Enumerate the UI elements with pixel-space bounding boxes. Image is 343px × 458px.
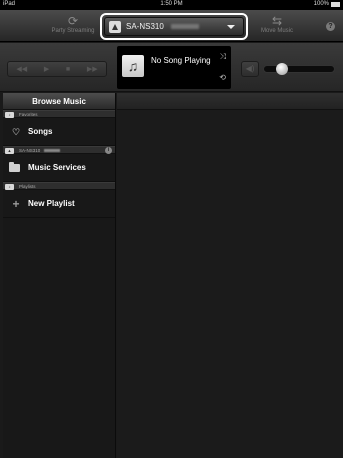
- transport-controls: ◀◀ ▶ ■ ▶▶: [7, 61, 107, 77]
- party-streaming-icon: ⟳: [67, 14, 79, 28]
- party-streaming-label: Party Streaming: [51, 28, 95, 34]
- device-selector[interactable]: SA-NS310: [100, 13, 248, 40]
- device-selector-inner: SA-NS310: [104, 17, 244, 36]
- section-label-redacted: [43, 149, 60, 153]
- move-music-icon: ⇆: [271, 14, 283, 28]
- move-music-label: Move Music: [260, 28, 293, 34]
- sidebar-item-new-playlist[interactable]: + New Playlist: [3, 190, 115, 218]
- device-name: SA-NS310: [126, 22, 164, 31]
- sidebar-item-music-services[interactable]: Music Services: [3, 154, 115, 182]
- plus-icon: +: [12, 197, 20, 211]
- content-area: [117, 93, 343, 458]
- now-playing-panel: ♫ No Song Playing ⤨ ⟲: [117, 46, 231, 89]
- folder-icon: [9, 162, 20, 172]
- stop-icon[interactable]: ■: [66, 66, 70, 73]
- section-label: SA-NS310: [19, 148, 41, 153]
- section-label: Playlists: [19, 184, 36, 189]
- device-name-redacted: [171, 24, 199, 29]
- repeat-icon[interactable]: ⟲: [219, 73, 226, 82]
- play-icon[interactable]: ▶: [44, 65, 49, 73]
- music-note-icon: ♫: [122, 55, 144, 77]
- battery-indicator: 100%: [314, 1, 340, 7]
- section-label: Favorites: [19, 112, 38, 117]
- sidebar-item-songs[interactable]: ♡ Songs: [3, 118, 115, 146]
- browse-sidebar: Browse Music ♪ Favorites ♡ Songs ▲ SA-NS…: [3, 93, 116, 458]
- section-header-playlists: ♪ Playlists: [3, 182, 115, 190]
- sidebar-item-label: Songs: [28, 127, 53, 136]
- chevron-down-icon: [227, 25, 235, 29]
- status-bar: iPad 1:50 PM 100%: [0, 0, 343, 10]
- speaker-icon: [109, 21, 121, 33]
- help-icon[interactable]: ?: [326, 22, 335, 31]
- volume-slider[interactable]: [263, 63, 335, 75]
- info-icon[interactable]: i: [105, 147, 112, 154]
- now-playing-title: No Song Playing: [151, 56, 211, 65]
- move-music-button[interactable]: ⇆ Move Music: [252, 14, 302, 35]
- shuffle-icon[interactable]: ⤨: [220, 52, 226, 62]
- speaker-mute-icon[interactable]: ◀): [241, 61, 259, 77]
- battery-percent: 100%: [313, 1, 329, 7]
- playback-controls-bar: ◀◀ ▶ ■ ▶▶ ♫ No Song Playing ⤨ ⟲ ◀): [0, 43, 343, 92]
- heart-icon: ♡: [11, 127, 21, 137]
- battery-icon: [331, 1, 340, 7]
- sidebar-item-label: Music Services: [28, 163, 86, 172]
- sidebar-item-label: New Playlist: [28, 199, 75, 208]
- volume-slider-knob[interactable]: [275, 63, 288, 75]
- sidebar-title: Browse Music: [3, 93, 115, 110]
- section-header-device: ▲ SA-NS310 i: [3, 146, 115, 154]
- section-header-favorites: ♪ Favorites: [3, 110, 115, 118]
- previous-icon[interactable]: ◀◀: [16, 65, 27, 73]
- content-header: [117, 93, 343, 110]
- volume-control: ◀): [241, 61, 336, 77]
- party-streaming-button[interactable]: ⟳ Party Streaming: [48, 14, 98, 35]
- next-icon[interactable]: ▶▶: [87, 65, 98, 73]
- clock: 1:50 PM: [160, 1, 183, 7]
